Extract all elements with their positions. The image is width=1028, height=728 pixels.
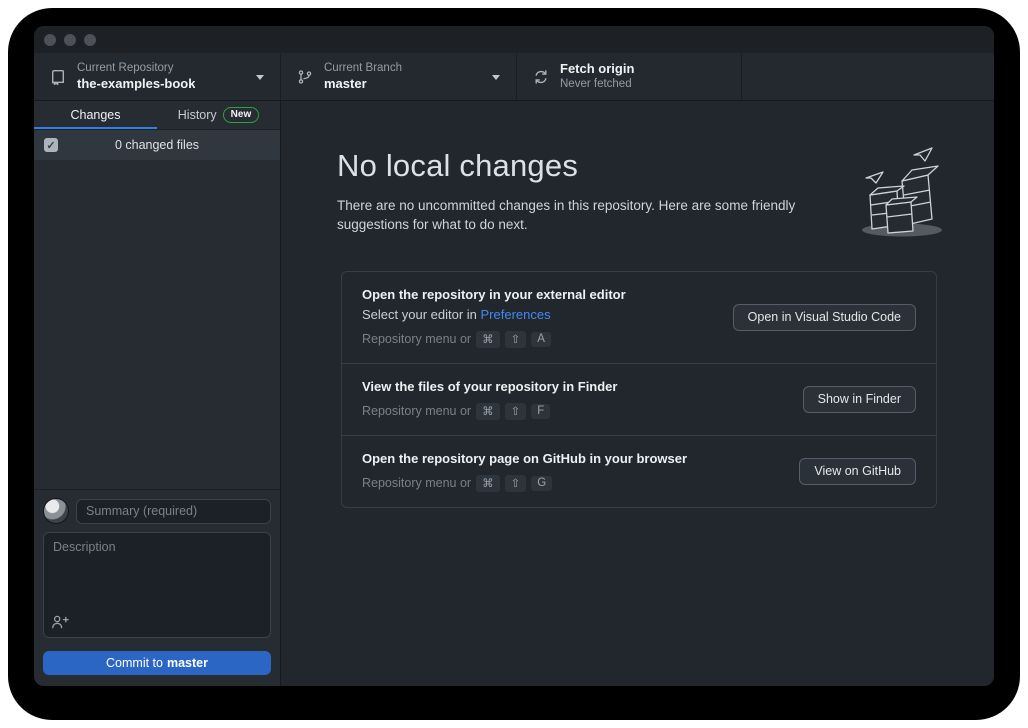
paper-plane-icon (914, 148, 932, 161)
git-branch-icon (297, 69, 313, 85)
chevron-down-icon (492, 75, 500, 80)
changed-files-count: 0 changed files (115, 138, 199, 152)
suggestions-panel: Open the repository in your external edi… (341, 271, 937, 508)
main-content: No local changes There are no uncommitte… (281, 101, 994, 686)
letter-key: A (531, 332, 551, 347)
window-body: Changes History New ✓ 0 changed files (34, 101, 994, 686)
shortcut-prefix: Repository menu or (362, 332, 471, 346)
page-subtitle: There are no uncommitted changes in this… (337, 197, 855, 235)
current-branch-dropdown[interactable]: Current Branch master (281, 53, 517, 100)
tab-changes[interactable]: Changes (34, 101, 157, 130)
user-avatar (43, 498, 69, 524)
tab-changes-label: Changes (70, 108, 120, 122)
editor-hint-text: Select your editor in (362, 307, 481, 322)
shortcut-hint: Repository menu or ⌘ ⇧ F (362, 403, 787, 420)
repository-name: the-examples-book (77, 76, 195, 92)
close-button[interactable] (44, 34, 56, 46)
suggestion-text: Open the repository in your external edi… (362, 287, 717, 348)
toolbar-spacer (742, 53, 994, 100)
tab-history-label: History (178, 108, 217, 122)
description-wrap (43, 532, 271, 638)
branch-label: Current Branch (324, 61, 402, 75)
commit-button[interactable]: Commit to master (43, 651, 271, 675)
commit-button-branch: master (167, 656, 208, 670)
command-key: ⌘ (476, 475, 500, 492)
sidebar: Changes History New ✓ 0 changed files (34, 101, 281, 686)
minimize-button[interactable] (64, 34, 76, 46)
sync-icon (533, 69, 549, 85)
suggestion-line2: Select your editor in Preferences (362, 307, 717, 322)
branch-name: master (324, 76, 402, 92)
fetch-subtitle: Never fetched (560, 77, 634, 91)
summary-row (43, 498, 271, 524)
zoom-button[interactable] (84, 34, 96, 46)
suggestion-title: View the files of your repository in Fin… (362, 379, 787, 394)
view-on-github-button[interactable]: View on GitHub (799, 458, 916, 485)
shift-key: ⇧ (505, 475, 527, 492)
repo-icon (50, 69, 66, 85)
chevron-down-icon (256, 75, 264, 80)
command-key: ⌘ (476, 331, 500, 348)
letter-key: F (531, 404, 550, 419)
suggestion-title: Open the repository page on GitHub in yo… (362, 451, 783, 466)
repository-text: Current Repository the-examples-book (77, 61, 195, 92)
fetch-origin-button[interactable]: Fetch origin Never fetched (517, 53, 742, 100)
repository-label: Current Repository (77, 61, 195, 75)
suggestion-view-github: Open the repository page on GitHub in yo… (342, 435, 936, 507)
commit-description-input[interactable] (43, 532, 271, 638)
shortcut-prefix: Repository menu or (362, 404, 471, 418)
suggestion-text: View the files of your repository in Fin… (362, 379, 787, 420)
commit-summary-input[interactable] (76, 499, 271, 524)
screenshot-stage: Current Repository the-examples-book (0, 0, 1028, 728)
changed-files-header: ✓ 0 changed files (34, 130, 280, 160)
letter-key: G (531, 476, 552, 491)
new-badge: New (223, 107, 260, 123)
tab-history[interactable]: History New (157, 101, 280, 130)
no-changes-illustration (850, 145, 946, 239)
preferences-link[interactable]: Preferences (481, 307, 551, 322)
shift-key: ⇧ (505, 331, 527, 348)
shift-key: ⇧ (505, 403, 527, 420)
open-in-editor-button[interactable]: Open in Visual Studio Code (733, 304, 916, 331)
commit-form: Commit to master (34, 489, 280, 686)
select-all-checkbox[interactable]: ✓ (44, 138, 58, 152)
macos-titlebar (34, 26, 994, 53)
fetch-text: Fetch origin Never fetched (560, 61, 634, 92)
command-key: ⌘ (476, 403, 500, 420)
shortcut-prefix: Repository menu or (362, 476, 471, 490)
commit-button-prefix: Commit to (106, 656, 163, 670)
add-coauthor-icon[interactable] (51, 614, 69, 630)
toolbar: Current Repository the-examples-book (34, 53, 994, 101)
changes-file-list[interactable] (34, 160, 280, 489)
current-repository-dropdown[interactable]: Current Repository the-examples-book (34, 53, 281, 100)
branch-text: Current Branch master (324, 61, 402, 92)
shortcut-hint: Repository menu or ⌘ ⇧ A (362, 331, 717, 348)
suggestion-open-editor: Open the repository in your external edi… (342, 272, 936, 363)
github-desktop-window: Current Repository the-examples-book (34, 26, 994, 686)
suggestion-show-finder: View the files of your repository in Fin… (342, 363, 936, 435)
fetch-title: Fetch origin (560, 61, 634, 77)
sidebar-tabs: Changes History New (34, 101, 280, 130)
show-in-finder-button[interactable]: Show in Finder (803, 386, 916, 413)
paper-plane-icon (866, 172, 883, 183)
shortcut-hint: Repository menu or ⌘ ⇧ G (362, 475, 783, 492)
suggestion-text: Open the repository page on GitHub in yo… (362, 451, 783, 492)
suggestion-title: Open the repository in your external edi… (362, 287, 717, 302)
